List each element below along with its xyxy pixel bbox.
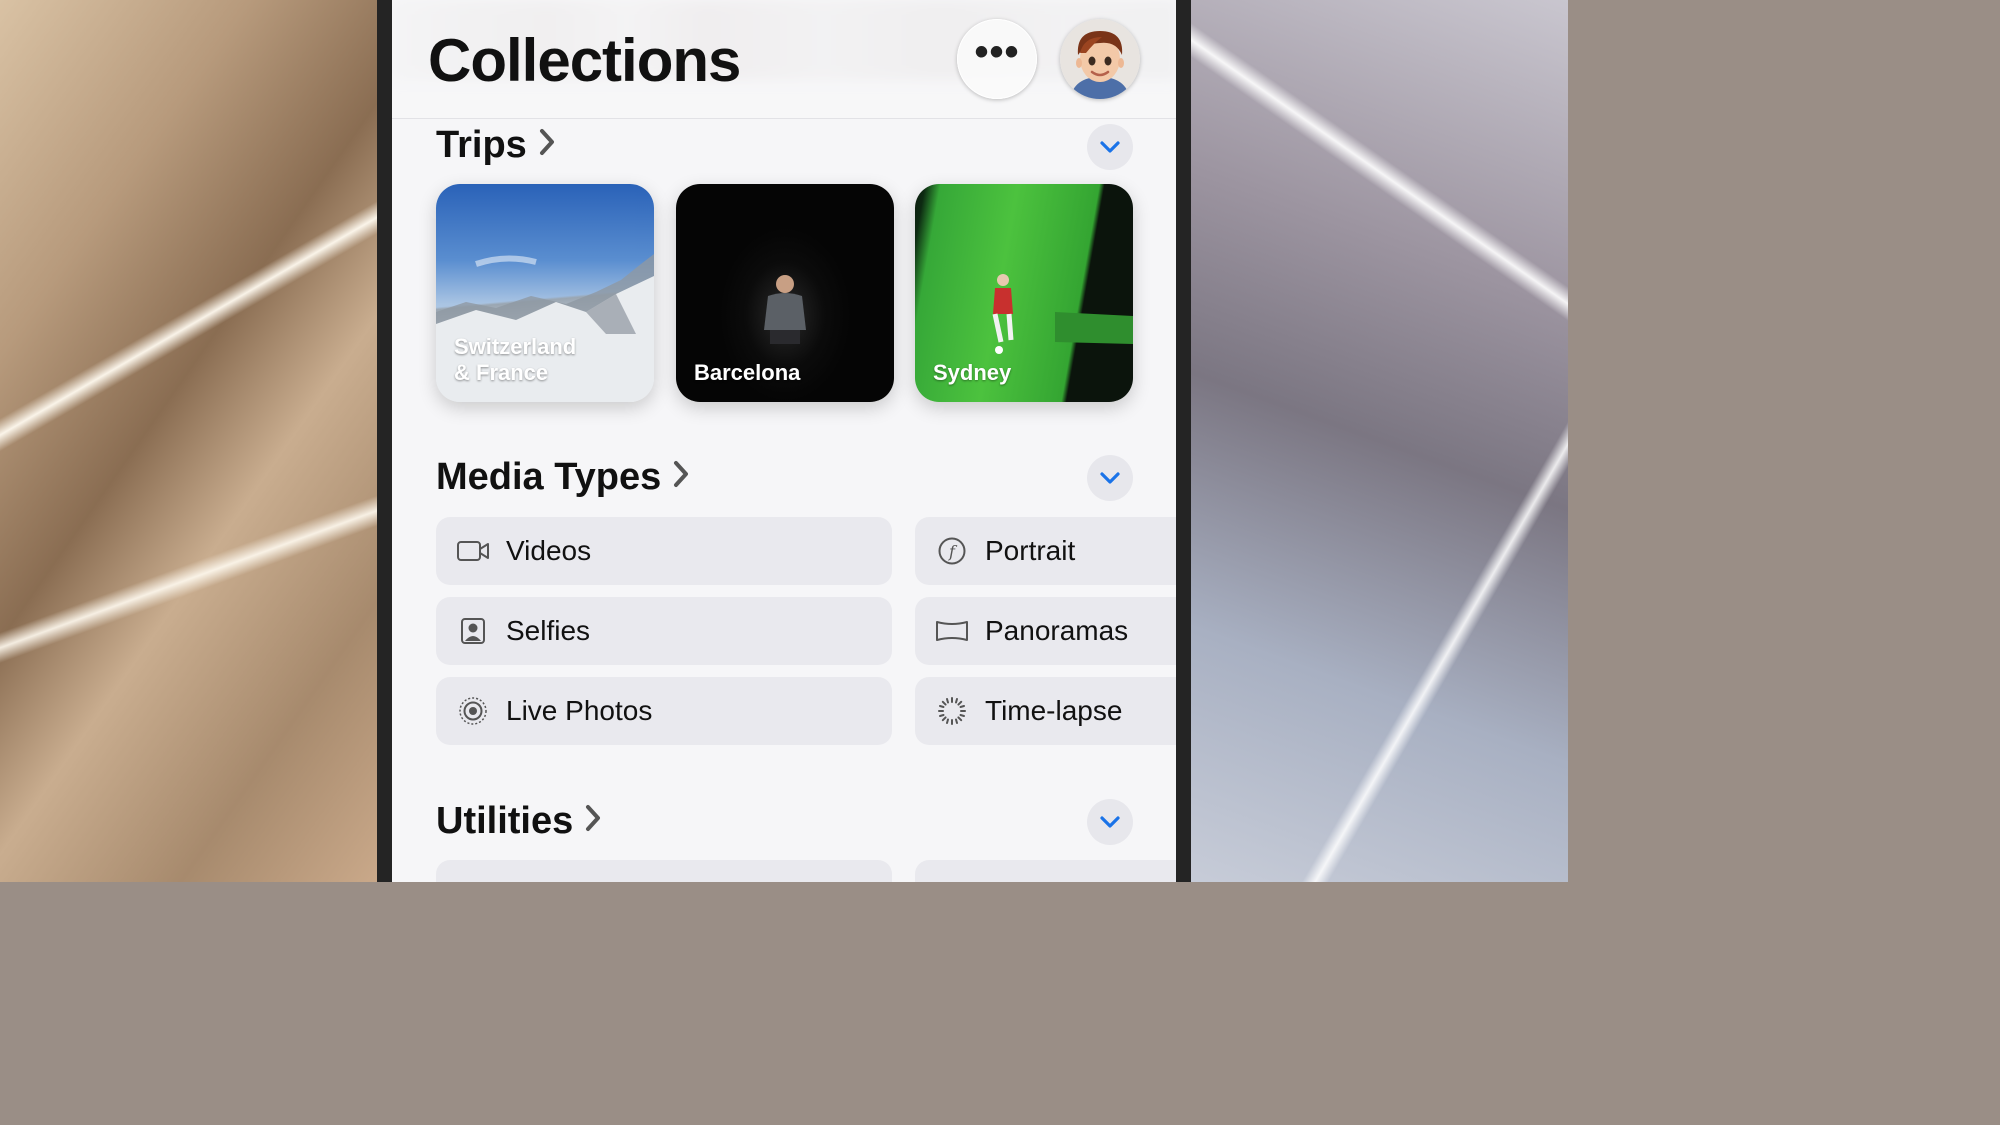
media-type-portrait[interactable]: f Portrait: [915, 517, 1176, 585]
media-type-label: Time-lapse: [985, 695, 1123, 726]
timelapse-icon: [935, 694, 969, 728]
aperture-f-icon: f: [935, 534, 969, 568]
utility-row-partial[interactable]: [915, 860, 1176, 882]
chevron-down-icon: [1100, 141, 1120, 153]
media-type-label: Live Photos: [506, 695, 653, 726]
ellipsis-icon: •••: [974, 30, 1020, 74]
selfie-portrait-icon: [456, 614, 490, 648]
live-photo-icon: [456, 694, 490, 728]
memoji-avatar-icon: [1060, 19, 1140, 99]
chevron-right-icon: [673, 458, 689, 497]
svg-text:f: f: [948, 542, 958, 561]
phone-screen: Collections ••• Trips Switzerland & Fran…: [392, 0, 1176, 882]
trip-label: Sydney: [933, 360, 1012, 385]
chevron-down-icon: [1100, 816, 1120, 828]
media-type-time-lapse[interactable]: Time-lapse: [915, 677, 1176, 745]
utilities-collapse-button[interactable]: [1087, 799, 1133, 845]
media-types-title: Media Types: [436, 456, 662, 498]
trip-card-sydney[interactable]: Sydney: [915, 184, 1133, 402]
media-type-label: Selfies: [506, 615, 591, 646]
wallpaper-left: [0, 0, 380, 882]
profile-avatar[interactable]: [1060, 19, 1140, 99]
chevron-down-icon: [1100, 472, 1120, 484]
chevron-right-icon: [539, 126, 555, 165]
media-type-panoramas[interactable]: Panoramas: [915, 597, 1176, 665]
utility-row-partial[interactable]: [436, 860, 892, 882]
trip-card-barcelona[interactable]: Barcelona: [676, 184, 894, 402]
trip-label: Barcelona: [694, 360, 801, 385]
wallpaper-right: [1190, 0, 1568, 882]
trips-collapse-button[interactable]: [1087, 124, 1133, 170]
trip-label: Switzerland & France: [454, 334, 577, 385]
media-type-live-photos[interactable]: Live Photos: [436, 677, 892, 745]
utilities-section-header[interactable]: Utilities: [436, 800, 601, 843]
media-types-collapse-button[interactable]: [1087, 455, 1133, 501]
utilities-title: Utilities: [436, 800, 574, 842]
page-title: Collections: [428, 27, 741, 94]
media-type-selfies[interactable]: Selfies: [436, 597, 892, 665]
more-options-button[interactable]: •••: [957, 19, 1037, 99]
media-type-label: Videos: [506, 535, 592, 566]
panorama-icon: [935, 614, 969, 648]
media-type-videos[interactable]: Videos: [436, 517, 892, 585]
trips-title: Trips: [436, 124, 527, 166]
trip-card-switzerland-france[interactable]: Switzerland & France: [436, 184, 654, 402]
media-type-label: Panoramas: [985, 615, 1129, 646]
media-type-label: Portrait: [985, 535, 1076, 566]
video-camera-icon: [456, 534, 490, 568]
chevron-right-icon: [585, 802, 601, 841]
trips-section-header[interactable]: Trips: [436, 124, 555, 167]
media-types-section-header[interactable]: Media Types: [436, 456, 689, 499]
navigation-header: Collections •••: [392, 0, 1176, 119]
